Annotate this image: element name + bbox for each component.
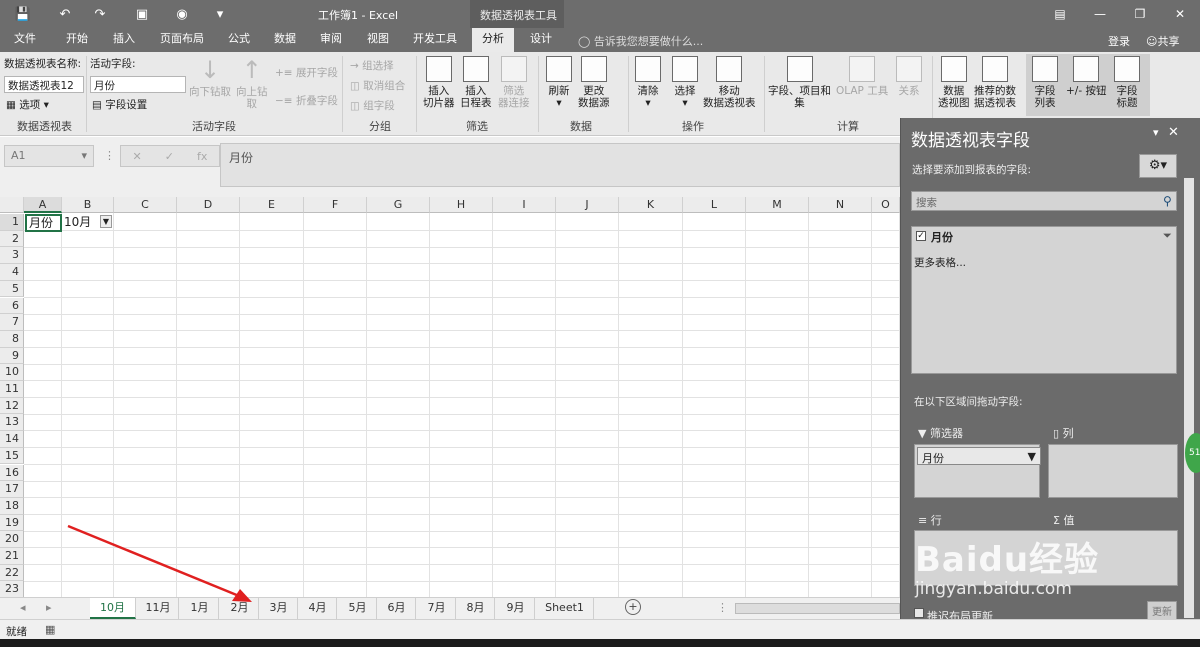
excel-window: 💾 ↶ ↷ ▣ ◉ ▾ 工作簿1 - Excel 数据透视表工具 ▤ — ❐ ✕… [0,0,1200,647]
watermark-brand: Baidu经验 [915,540,1100,580]
watermark: Baidu经验 jingyan.baidu.com [915,532,1099,599]
watermark-url: jingyan.baidu.com [915,579,1072,599]
arrow-line [67,524,245,600]
